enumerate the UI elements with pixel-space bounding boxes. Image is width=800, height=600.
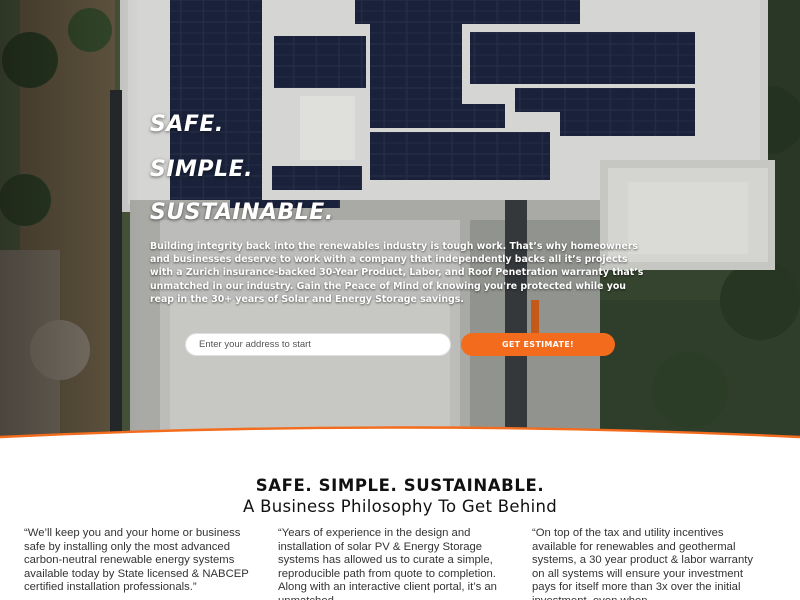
philosophy-column-sustainable: “On top of the tax and utility incentive… [532,527,754,600]
philosophy-column-simple: “Years of experience in the design and i… [278,527,497,600]
hero-headline-simple: SIMPLE. [150,157,253,182]
hero-section: SAFE. SIMPLE. SUSTAINABLE. Building inte… [0,0,800,436]
hero-bottom-curve [0,426,800,444]
hero-description: Building integrity back into the renewab… [150,241,644,305]
aerial-solar-roof-photo [0,0,800,436]
hero-headline-safe: SAFE. [150,112,224,137]
get-estimate-button[interactable]: GET ESTIMATE! [461,333,615,356]
philosophy-title: SAFE. SIMPLE. SUSTAINABLE. [255,476,545,495]
philosophy-subtitle: A Business Philosophy To Get Behind [242,497,558,516]
address-input[interactable] [185,333,451,356]
philosophy-column-safe: “We’ll keep you and your home or busines… [24,527,249,594]
hero-headline-sustainable: SUSTAINABLE. [150,200,334,225]
